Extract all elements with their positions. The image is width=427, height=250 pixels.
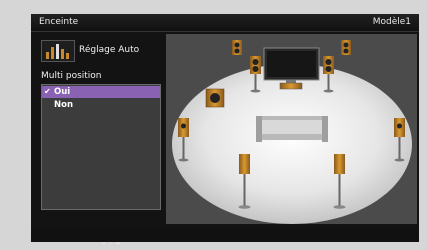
auto-setup-icon xyxy=(41,40,75,62)
multi-position-label: Multi position xyxy=(41,71,102,81)
option-non[interactable]: Non xyxy=(42,99,160,111)
multi-position-list: ✔ Oui Non xyxy=(41,84,161,210)
speaker-layout-illustration xyxy=(166,34,417,224)
front-height-right-speaker-icon xyxy=(341,40,351,55)
check-icon: ✔ xyxy=(44,87,51,96)
window-title: Enceinte xyxy=(39,17,79,27)
center-speaker-icon xyxy=(279,82,303,90)
auto-setup-label: Réglage Auto xyxy=(79,45,140,55)
tv-icon xyxy=(263,47,320,85)
sofa-icon xyxy=(256,116,328,142)
subwoofer-icon xyxy=(205,88,225,108)
option-label: Non xyxy=(54,100,74,110)
option-label: Oui xyxy=(54,87,71,97)
footer-bar xyxy=(31,227,419,242)
options-panel: Réglage Auto Multi position ✔ Oui Non 1 … xyxy=(37,34,164,247)
option-oui[interactable]: ✔ Oui xyxy=(42,86,160,98)
front-height-left-speaker-icon xyxy=(232,40,242,55)
model-label: Modèle1 xyxy=(372,17,411,27)
window-header: Enceinte Modèle1 xyxy=(31,14,419,32)
